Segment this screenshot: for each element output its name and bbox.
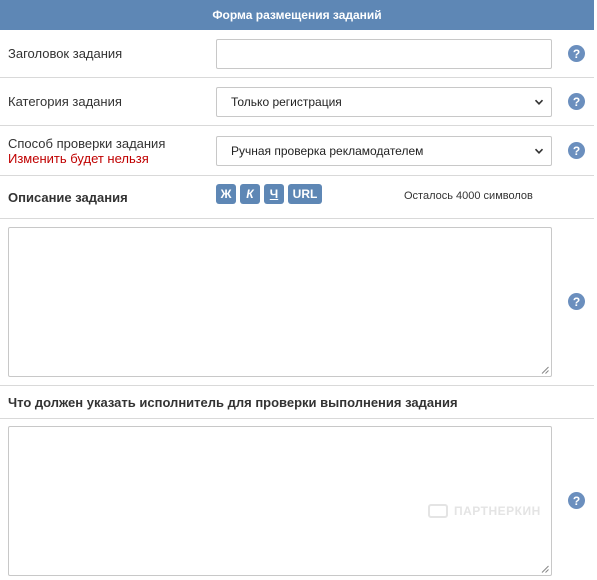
- description-textarea[interactable]: [8, 227, 552, 377]
- description-label: Описание задания: [8, 190, 128, 205]
- question-circle-icon[interactable]: ?: [568, 93, 585, 110]
- bold-button[interactable]: Ж: [216, 184, 236, 204]
- divider: [0, 418, 594, 419]
- chevron-down-icon: [534, 148, 544, 154]
- question-circle-icon[interactable]: ?: [568, 492, 585, 509]
- task-title-input[interactable]: [216, 39, 552, 69]
- question-circle-icon[interactable]: ?: [568, 45, 585, 62]
- resize-grip-icon[interactable]: [541, 366, 549, 374]
- check-method-warning: Изменить будет нельзя: [8, 151, 149, 166]
- resize-grip-icon[interactable]: [541, 565, 549, 573]
- divider: [0, 218, 594, 219]
- divider: [0, 77, 594, 78]
- form-header: Форма размещения заданий: [0, 0, 594, 30]
- divider: [0, 385, 594, 386]
- form-title: Форма размещения заданий: [212, 8, 382, 22]
- check-method-label: Способ проверки задания: [8, 136, 166, 151]
- underline-button[interactable]: Ч: [264, 184, 284, 204]
- watermark: ПАРТНЕРКИН: [428, 504, 541, 518]
- divider: [0, 175, 594, 176]
- check-method-select[interactable]: Ручная проверка рекламодателем: [216, 136, 552, 166]
- proof-label: Что должен указать исполнитель для прове…: [8, 395, 458, 410]
- watermark-logo-icon: [428, 504, 448, 518]
- task-title-label: Заголовок задания: [8, 46, 123, 61]
- watermark-text: ПАРТНЕРКИН: [454, 504, 541, 518]
- category-select-value: Только регистрация: [231, 95, 342, 109]
- category-label: Категория задания: [8, 94, 122, 109]
- proof-textarea[interactable]: [8, 426, 552, 576]
- characters-left-counter: Осталось 4000 символов: [404, 190, 533, 202]
- category-select[interactable]: Только регистрация: [216, 87, 552, 117]
- question-circle-icon[interactable]: ?: [568, 293, 585, 310]
- check-method-select-value: Ручная проверка рекламодателем: [231, 144, 424, 158]
- italic-button[interactable]: К: [240, 184, 260, 204]
- question-circle-icon[interactable]: ?: [568, 142, 585, 159]
- divider: [0, 125, 594, 126]
- chevron-down-icon: [534, 99, 544, 105]
- url-button[interactable]: URL: [288, 184, 322, 204]
